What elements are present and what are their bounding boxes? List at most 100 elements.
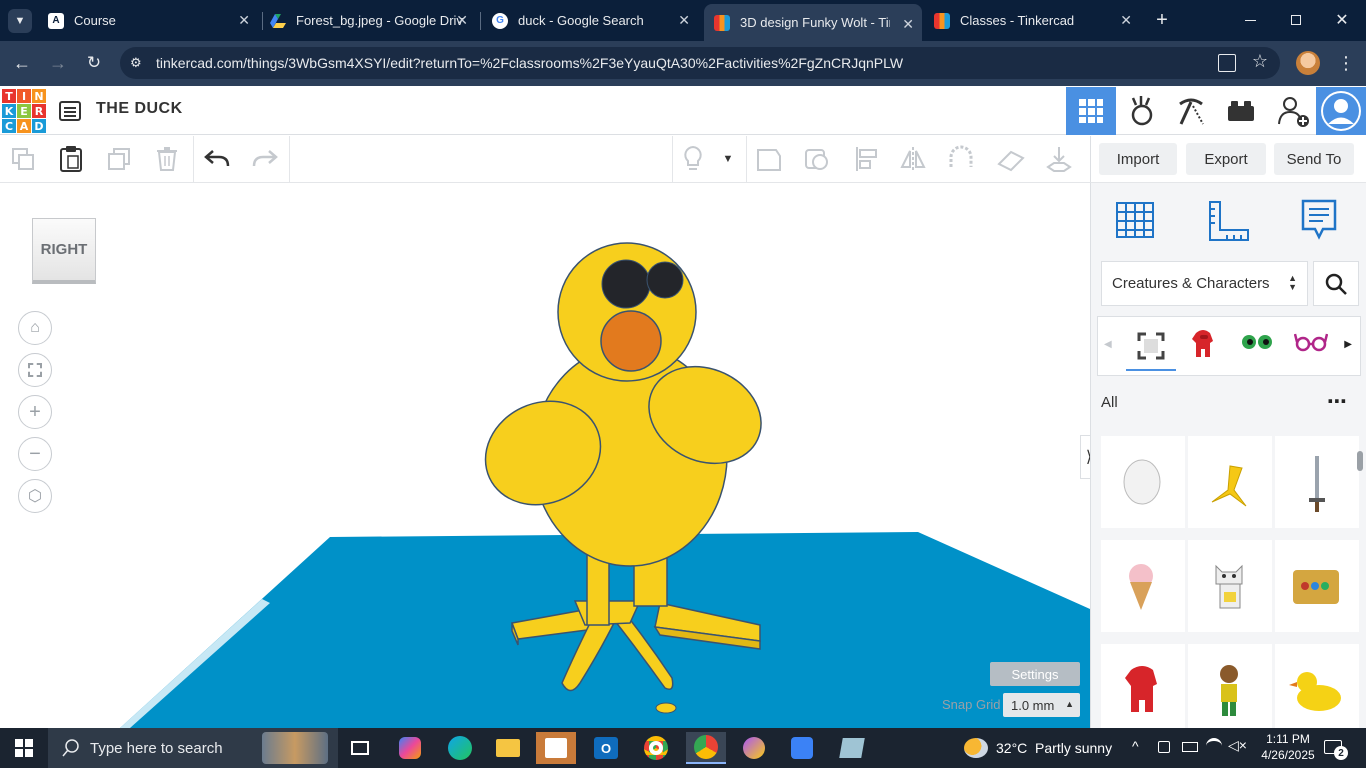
perspective-button[interactable]: ⬡ [18,479,52,513]
site-info-icon[interactable]: ⚙ [130,55,146,71]
close-icon[interactable]: ✕ [678,12,690,29]
align-button[interactable] [852,144,882,174]
chrome-app[interactable] [636,732,676,764]
blocks-view-button[interactable] [1117,87,1167,135]
volume-icon[interactable]: ◁× [1228,737,1247,754]
shape-card-egg[interactable] [1101,436,1185,528]
weather-widget[interactable]: 32°C Partly sunny [964,736,1112,760]
shape-card-sword[interactable] [1275,436,1359,528]
ruler-tool-button[interactable] [1207,199,1251,243]
taskbar-search-box[interactable]: Type here to search [48,728,338,768]
wifi-icon[interactable] [1206,738,1222,754]
workplane-button[interactable] [996,144,1026,174]
start-button[interactable] [4,732,44,764]
notes-tool-button[interactable] [1299,197,1343,241]
back-button[interactable]: ← [10,51,34,75]
close-icon[interactable]: ✕ [1120,12,1132,29]
redo-button[interactable] [250,144,280,174]
snap-grid-select[interactable]: 1.0 mm ▲ [1003,693,1080,717]
shape-card-duck[interactable] [1275,644,1359,736]
shape-card-treasure[interactable] [1275,540,1359,632]
show-hidden-icons[interactable]: ^ [1132,738,1139,754]
browser-tab-course[interactable]: A Course ✕ [40,8,258,33]
fit-view-button[interactable] [18,353,52,387]
browser-tab-classes[interactable]: Classes - Tinkercad ✕ [926,8,1140,33]
copy-button[interactable] [8,144,38,174]
duplicate-button[interactable] [104,144,134,174]
filter-eyes-button[interactable] [1240,331,1280,361]
notification-center[interactable]: 2 [1324,736,1348,760]
browser-tab-tinkercad-design[interactable]: 3D design Funky Wolt - Tink ✕ [704,4,922,41]
task-view-button[interactable] [340,732,380,764]
home-view-button[interactable]: ⌂ [18,311,52,345]
light-bulb-button[interactable] [678,144,708,174]
reload-button[interactable]: ↻ [82,51,106,75]
minimize-button[interactable] [1232,6,1268,34]
browser-tab-drive[interactable]: Forest_bg.jpeg - Google Driv ✕ [266,8,476,33]
undo-button[interactable] [202,144,232,174]
shape-card-boy[interactable] [1188,644,1272,736]
bookmark-star-icon[interactable]: ☆ [1252,51,1268,72]
settings-button[interactable]: Settings [990,662,1080,686]
browser-tab-google-search[interactable]: G duck - Google Search ✕ [486,8,698,33]
copilot-app[interactable] [390,732,430,764]
install-app-icon[interactable] [1218,54,1236,72]
misc-app[interactable] [832,732,872,764]
design-menu-button[interactable] [58,99,82,123]
shape-card-banana[interactable] [1188,436,1272,528]
meet-now-icon[interactable] [1158,741,1170,753]
delete-button[interactable] [152,144,182,174]
tab-search-button[interactable]: ▼ [8,9,32,33]
forward-button[interactable]: → [46,51,70,75]
zoom-out-button[interactable]: − [18,437,52,471]
outlook-app[interactable]: O [586,732,626,764]
roblox-app[interactable] [782,732,822,764]
send-to-button[interactable]: Send To [1274,143,1354,175]
restore-button[interactable] [1278,6,1314,34]
design-title[interactable]: THE DUCK [96,100,183,118]
clock[interactable]: 1:11 PM 4/26/2025 [1258,731,1318,763]
bricks-view-button[interactable] [1166,87,1216,135]
close-icon[interactable]: ✕ [902,16,914,33]
shape-card-cat[interactable] [1188,540,1272,632]
store-app[interactable] [536,732,576,764]
lego-view-button[interactable] [1216,87,1266,135]
panel-collapse-toggle[interactable]: ⟩ [1080,435,1090,479]
user-avatar[interactable] [1316,87,1366,135]
filter-all-button[interactable] [1126,323,1176,371]
tinkercad-logo[interactable]: T I N K E R C A D [2,89,46,133]
light-dropdown-button[interactable]: ▼ [716,144,740,174]
3d-viewport[interactable]: RIGHT ⌂ + − ⬡ ⟩ Settings Snap Grid 1.0 m… [0,183,1090,728]
filter-creature-button[interactable] [1188,327,1224,367]
chrome-profile-app[interactable] [686,732,726,764]
export-button[interactable]: Export [1186,143,1266,175]
zoom-in-button[interactable]: + [18,395,52,429]
workplane-tool-button[interactable] [1113,197,1157,241]
panel-scrollbar[interactable] [1357,451,1363,471]
close-icon[interactable]: ✕ [456,12,468,29]
close-window-button[interactable]: ✕ [1324,6,1360,34]
photo-app[interactable] [734,732,774,764]
invite-user-button[interactable] [1268,87,1318,135]
shape-category-select[interactable]: Creatures & Characters ▲ ▼ [1101,261,1308,306]
import-button[interactable]: Import [1099,143,1177,175]
paste-button[interactable] [56,144,86,174]
profile-avatar[interactable] [1296,51,1320,75]
battery-icon[interactable] [1182,742,1198,752]
file-explorer-app[interactable] [488,732,528,764]
shape-card-red-creature[interactable] [1101,644,1185,736]
new-tab-button[interactable]: + [1150,8,1174,32]
more-options-button[interactable]: ⋯ [1323,389,1351,413]
mirror-button[interactable] [898,144,928,174]
ungroup-button[interactable] [802,144,832,174]
group-button[interactable] [754,144,784,174]
workplane-scene[interactable] [0,183,1090,728]
drop-button[interactable] [1044,144,1074,174]
filter-glasses-button[interactable] [1293,331,1334,361]
view-cube[interactable]: RIGHT [32,218,96,284]
browser-menu-button[interactable]: ⋮ [1334,51,1358,75]
scroll-right-icon[interactable]: ▶ [1344,339,1352,350]
cruise-button[interactable] [946,144,976,174]
3d-view-button[interactable] [1066,87,1116,135]
shape-card-ice-cream[interactable] [1101,540,1185,632]
